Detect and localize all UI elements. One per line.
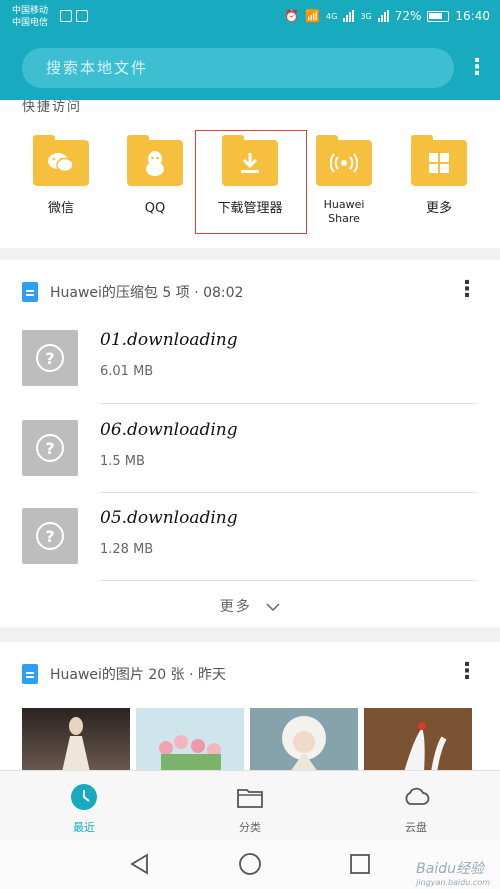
- bottom-nav: 最近 分类 云盘: [0, 770, 500, 840]
- quick-item-label: Huawei Share: [323, 198, 365, 225]
- net-3g-label: 3G: [360, 11, 372, 21]
- card-overflow-icon[interactable]: ⋮: [456, 661, 478, 683]
- divider: [100, 580, 478, 581]
- search-input[interactable]: 搜索本地文件: [22, 48, 454, 88]
- share-wireless-icon: [316, 140, 372, 186]
- carrier-2: 中国电信: [12, 18, 49, 28]
- quick-item-wechat[interactable]: 微信: [26, 135, 96, 216]
- download-manager-highlight: [195, 130, 307, 234]
- quick-item-label: 更多: [425, 201, 452, 216]
- quick-item-qq[interactable]: QQ: [120, 135, 190, 216]
- more-folder-icon: [411, 135, 467, 186]
- file-row[interactable]: ? 06.downloading 1.5 MB: [22, 420, 478, 508]
- tab-label: 云盘: [405, 821, 427, 834]
- more-button[interactable]: 更多: [0, 596, 500, 616]
- unknown-file-icon: ?: [22, 508, 78, 564]
- net-4g-label: 4G: [326, 11, 338, 21]
- file-name: 01.downloading: [100, 330, 238, 350]
- notification-icons: [60, 10, 88, 22]
- signal-icon: [343, 10, 355, 22]
- divider: [100, 403, 478, 404]
- chevron-down-icon: [266, 599, 280, 615]
- photo-thumbnail[interactable]: [136, 708, 244, 772]
- quick-item-label: QQ: [144, 201, 166, 216]
- photo-thumbnail[interactable]: [22, 708, 130, 772]
- clock-icon: [70, 783, 98, 811]
- watermark-sub: jingyan.baidu.com: [416, 878, 490, 887]
- file-name: 06.downloading: [100, 420, 238, 440]
- qq-folder-icon: [127, 135, 183, 186]
- carrier-1: 中国移动: [12, 6, 49, 16]
- recents-icon[interactable]: [348, 852, 372, 876]
- recent-archive-card: Huawei的压缩包 5 项 · 08:02 ⋮ ? 01.downloadin…: [0, 260, 500, 627]
- file-size: 1.28 MB: [100, 542, 154, 557]
- card-header: Huawei的压缩包 5 项 · 08:02: [22, 282, 243, 302]
- notification-icon: [60, 10, 72, 22]
- card-overflow-icon[interactable]: ⋮: [456, 279, 478, 301]
- file-size: 1.5 MB: [100, 454, 145, 469]
- cloud-icon: [402, 783, 430, 811]
- watermark-text: Baidu经验: [416, 861, 485, 877]
- carrier-info: 中国移动 中国电信: [12, 5, 48, 29]
- tab-label: 最近: [73, 821, 95, 834]
- unknown-file-icon: ?: [22, 420, 78, 476]
- quick-item-more[interactable]: 更多: [404, 135, 474, 216]
- battery-icon: [427, 10, 450, 22]
- photo-thumbnail[interactable]: [250, 708, 358, 772]
- more-label: 更多: [219, 599, 252, 615]
- file-row[interactable]: ? 05.downloading 1.28 MB: [22, 508, 478, 596]
- clock-time: 16:40: [455, 9, 490, 23]
- photo-thumbnail[interactable]: [364, 708, 472, 773]
- folder-icon: [236, 783, 264, 811]
- quick-access-section: 快捷访问 微信 QQ 下载管理器 Huawei Share 更多: [0, 100, 500, 248]
- baidu-watermark: Baidu经验 jingyan.baidu.com: [416, 858, 490, 887]
- image-icon: [22, 664, 38, 684]
- tab-cloud[interactable]: 云盘: [356, 771, 476, 841]
- card-header-text: Huawei的图片 20 张 · 昨天: [50, 667, 226, 683]
- home-icon[interactable]: [238, 852, 262, 876]
- tab-recent[interactable]: 最近: [24, 771, 144, 841]
- unknown-file-icon: ?: [22, 330, 78, 386]
- overflow-menu-icon[interactable]: ⋮: [466, 54, 488, 82]
- wechat-folder-icon: [33, 135, 89, 186]
- quick-item-huawei-share[interactable]: Huawei Share: [309, 135, 379, 226]
- status-right: ⏰ 📶 4G 3G 72% 16:40: [284, 9, 490, 23]
- alarm-icon: ⏰: [284, 9, 300, 23]
- notification-icon: [76, 10, 88, 22]
- grid-icon: [411, 140, 467, 186]
- back-icon[interactable]: [128, 852, 152, 876]
- file-row[interactable]: ? 01.downloading 6.01 MB: [22, 330, 478, 418]
- wechat-icon: [33, 140, 89, 186]
- recent-photos-card: Huawei的图片 20 张 · 昨天 ⋮: [0, 642, 500, 773]
- quick-access-title: 快捷访问: [22, 100, 83, 115]
- tab-label: 分类: [239, 821, 261, 834]
- share-folder-icon: [316, 135, 372, 186]
- battery-percent: 72%: [394, 9, 422, 23]
- status-bar: 中国移动 中国电信 ⏰ 📶 4G 3G 72% 16:40: [0, 0, 500, 36]
- quick-item-label: 微信: [47, 201, 74, 216]
- file-size: 6.01 MB: [100, 364, 154, 379]
- qq-penguin-icon: [127, 140, 183, 186]
- signal-icon: [377, 10, 389, 22]
- card-header-text: Huawei的压缩包 5 项 · 08:02: [50, 285, 244, 301]
- divider: [100, 492, 478, 493]
- wifi-icon: 📶: [305, 9, 321, 23]
- document-icon: [22, 282, 38, 302]
- file-name: 05.downloading: [100, 508, 238, 528]
- tab-categories[interactable]: 分类: [190, 771, 310, 841]
- card-header: Huawei的图片 20 张 · 昨天: [22, 664, 226, 684]
- top-bar: 中国移动 中国电信 ⏰ 📶 4G 3G 72% 16:40 搜索本地文件 ⋮: [0, 0, 500, 100]
